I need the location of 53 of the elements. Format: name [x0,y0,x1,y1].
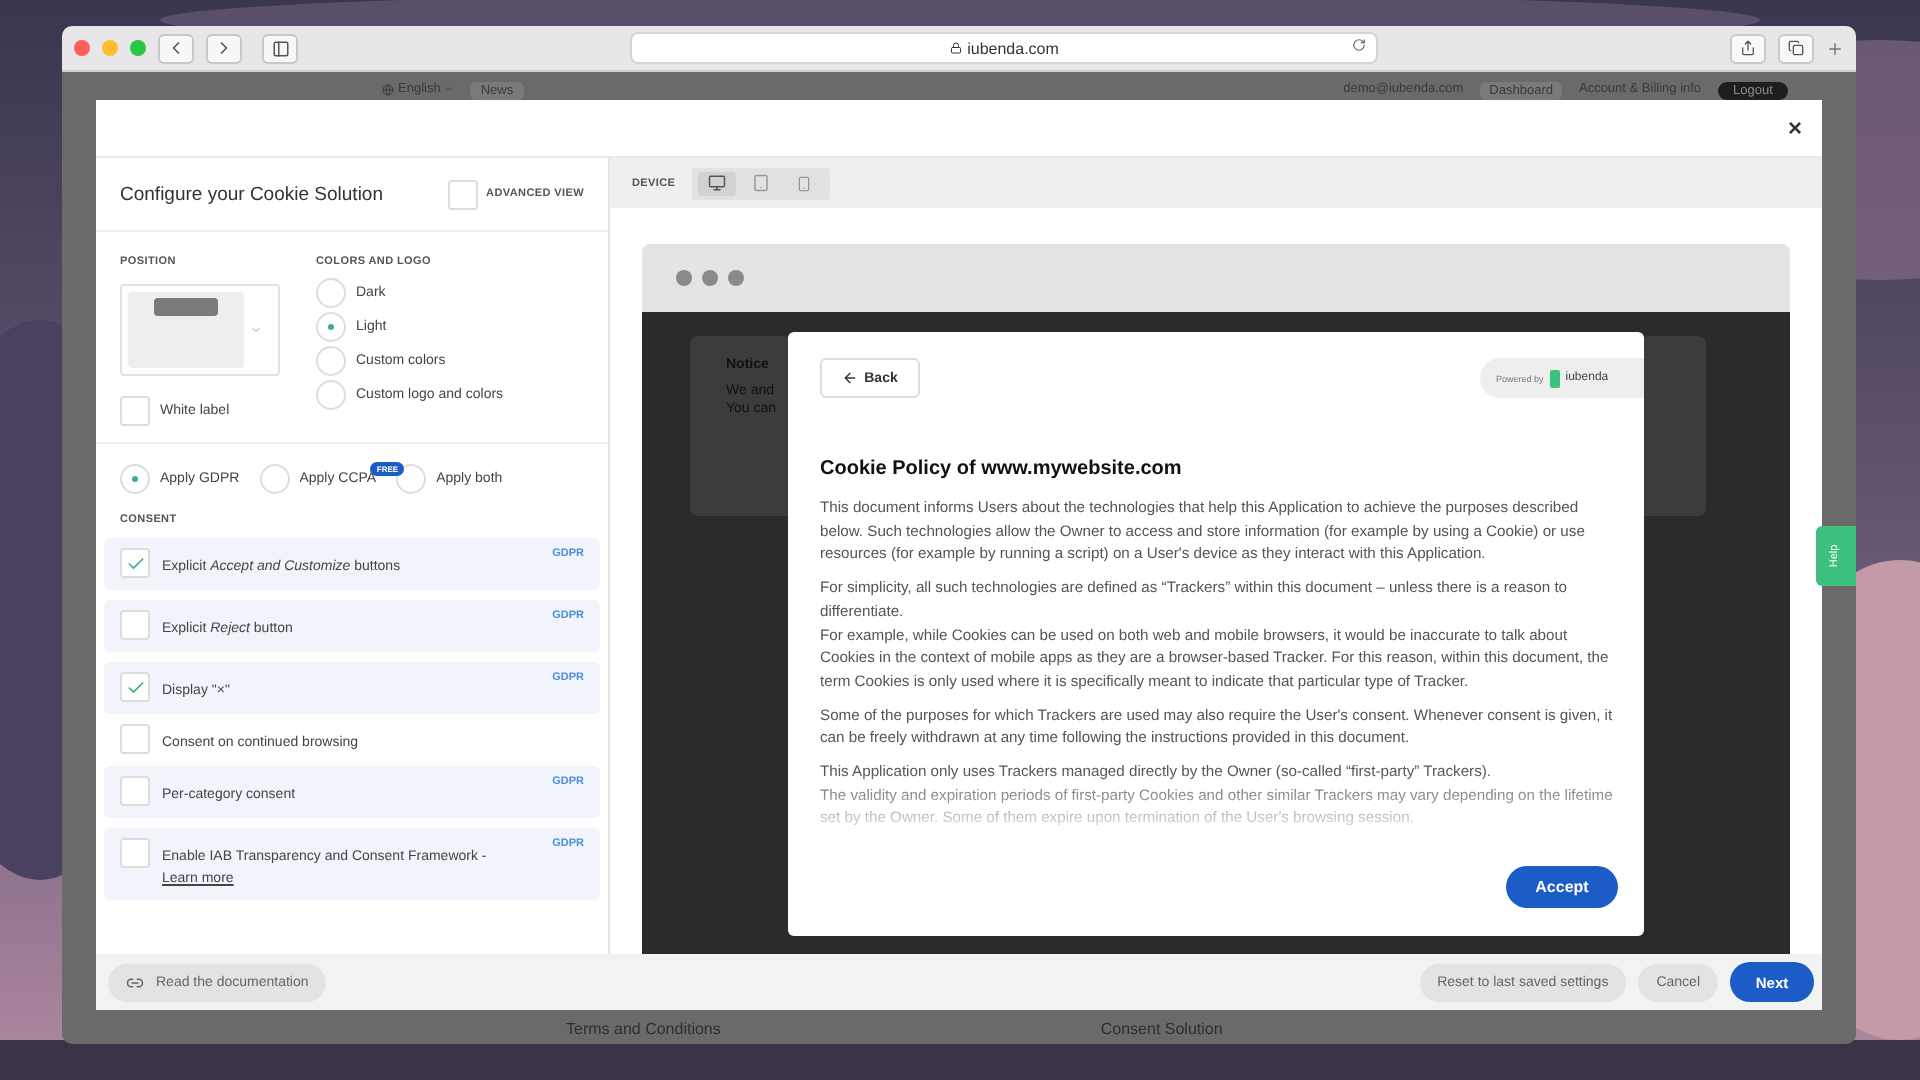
monitor-icon [707,174,726,192]
share-button[interactable] [1730,33,1766,63]
forward-button[interactable] [206,33,242,63]
back-button[interactable] [158,33,194,63]
reload-icon[interactable] [1352,38,1366,52]
zoom-window-button[interactable] [130,40,146,56]
lock-icon [949,42,962,54]
consent-checkbox[interactable] [120,672,150,702]
consent-checkbox[interactable] [120,838,150,868]
dot-icon [702,270,718,286]
check-icon [125,677,145,697]
globe-icon [382,83,394,95]
footer-link[interactable]: Consent Solution [1100,1020,1223,1038]
dot-icon [728,270,744,286]
position-select[interactable] [120,284,280,376]
close-window-button[interactable] [74,40,90,56]
color-radio[interactable] [316,346,346,376]
color-radio[interactable] [316,380,346,410]
sidebar-icon [271,39,289,57]
unbranded-checkbox[interactable] [120,396,150,426]
tabs-button[interactable] [1778,33,1814,63]
desktop-device-button[interactable] [697,171,736,195]
color-radio[interactable] [316,312,346,342]
plus-icon[interactable] [1826,39,1844,57]
accept-button[interactable]: Accept [1506,866,1618,908]
arrow-left-icon [842,370,859,386]
consent-checkbox[interactable] [120,548,150,578]
check-icon [125,553,145,573]
address-text: iubenda.com [967,39,1059,57]
regulation-radio[interactable] [259,464,290,494]
footer-link[interactable]: Terms and Conditions [566,1020,721,1038]
close-button[interactable]: × [1783,116,1806,140]
share-icon [1740,40,1756,56]
caret-icon [444,84,455,94]
policy-title: Cookie Policy of www.mywebsite.com [820,458,1184,480]
link-icon [126,973,144,991]
consent-checkbox[interactable] [120,610,150,640]
minimize-window-button[interactable] [102,40,118,56]
regulation-radio[interactable] [120,464,150,494]
caret-icon [250,324,262,336]
consent-checkbox[interactable] [120,776,150,806]
phone-icon [796,175,813,191]
color-radio[interactable] [316,278,346,308]
consent-checkbox[interactable] [120,724,150,754]
panel-title: Configure your Cookie Solution [120,183,383,205]
dot-icon [676,270,692,286]
logo [1549,369,1560,387]
tabs-icon [1788,40,1804,56]
sidebar-button[interactable] [262,33,298,63]
tablet-icon [751,174,770,192]
regulation-radio[interactable] [396,464,427,494]
address-bar[interactable]: iubenda.com [630,32,1378,64]
advanced-view-checkbox[interactable] [448,179,479,209]
